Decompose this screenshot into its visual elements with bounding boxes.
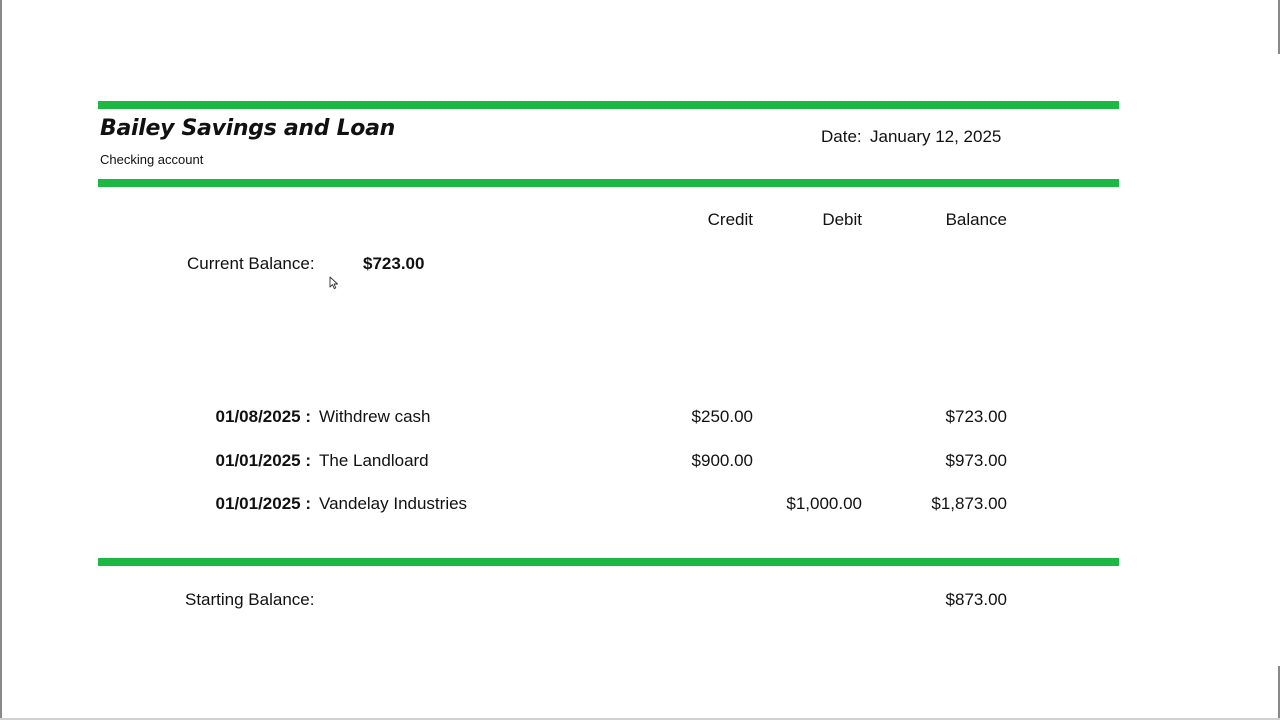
current-balance-label: Current Balance: <box>187 254 315 273</box>
column-header-debit: Debit <box>822 210 862 229</box>
window-left-edge <box>0 0 2 720</box>
transaction-balance: $1,873.00 <box>931 494 1007 513</box>
transaction-credit: $900.00 <box>691 451 753 470</box>
transaction-row: 01/01/2025 : The Landloard $900.00 $973.… <box>0 451 1280 475</box>
header-bottom-rule <box>98 179 1119 187</box>
mouse-cursor-icon <box>329 276 338 290</box>
column-header-credit: Credit <box>707 210 753 229</box>
current-balance-value: $723.00 <box>363 254 425 273</box>
date-label: Date: <box>821 127 862 146</box>
transaction-description: Vandelay Industries <box>319 494 468 513</box>
transaction-description: Withdrew cash <box>319 407 431 426</box>
transaction-credit: $250.00 <box>691 407 753 426</box>
starting-balance-value: $873.00 <box>945 590 1007 609</box>
account-type: Checking account <box>100 152 204 167</box>
transaction-row: 01/08/2025 : Withdrew cash $250.00 $723.… <box>0 407 1280 431</box>
transaction-row: 01/01/2025 : Vandelay Industries $1,000.… <box>0 494 1280 518</box>
column-header-balance: Balance <box>945 210 1007 229</box>
starting-balance-label: Starting Balance: <box>185 590 315 609</box>
transaction-description: The Landloard <box>319 451 429 470</box>
transaction-date: 01/01/2025 : <box>215 451 311 470</box>
transaction-date: 01/01/2025 : <box>215 494 311 513</box>
transaction-balance: $723.00 <box>945 407 1007 426</box>
header-top-rule <box>98 101 1119 109</box>
transaction-balance: $973.00 <box>945 451 1007 470</box>
footer-rule <box>98 558 1119 566</box>
transaction-date: 01/08/2025 : <box>215 407 311 426</box>
statement-date: January 12, 2025 <box>870 127 1002 146</box>
bank-name: Bailey Savings and Loan <box>100 116 396 141</box>
transaction-debit: $1,000.00 <box>786 494 862 513</box>
